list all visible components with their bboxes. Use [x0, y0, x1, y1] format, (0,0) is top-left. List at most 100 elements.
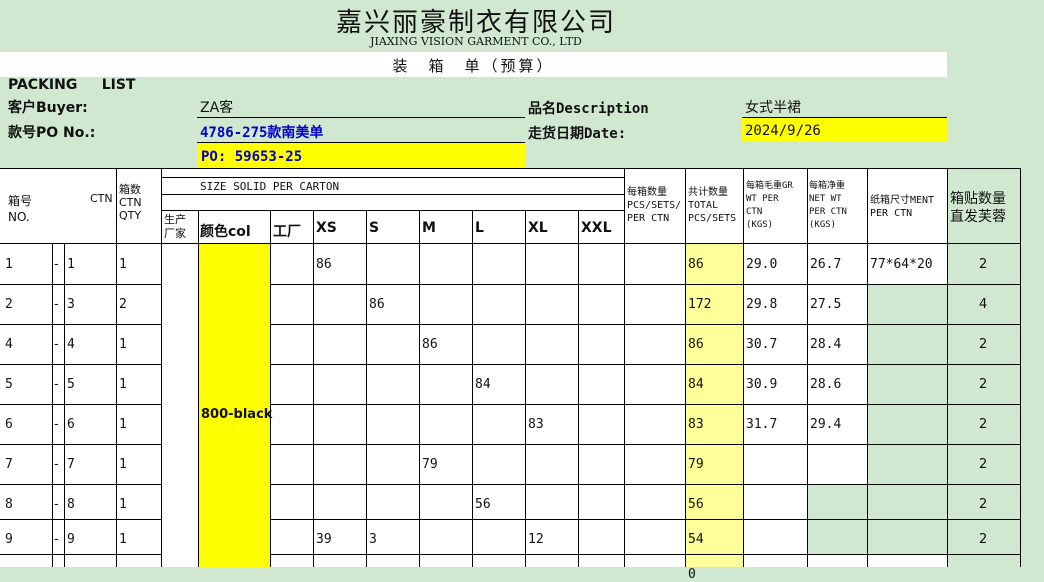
- cell-total: 79: [688, 457, 704, 472]
- cell-gross: 30.7: [746, 337, 778, 352]
- cell-from: 9: [5, 532, 13, 547]
- header-per-ctn: 每箱数量 PCS/SETS/ PER CTN: [627, 187, 682, 224]
- cell-dash: -: [54, 337, 59, 352]
- cell-direct: 2: [979, 457, 988, 472]
- header-factory-col: 生产厂家: [164, 213, 186, 240]
- header-ctn: CTN: [90, 192, 113, 205]
- cell-s: 86: [369, 297, 385, 312]
- cell-dash: -: [54, 417, 59, 432]
- cell-total: 0: [688, 567, 696, 582]
- cell-l: 84: [475, 377, 491, 392]
- company-name-en: JIAXING VISION GARMENT CO., LTD: [370, 35, 582, 48]
- description-value: 女式半裙: [745, 100, 801, 116]
- cell-gross: 29.8: [746, 297, 778, 312]
- cell-qty: 1: [119, 417, 127, 432]
- cell-gross: 31.7: [746, 417, 778, 432]
- cell-total: 83: [688, 417, 704, 432]
- cell-direct: 2: [979, 257, 988, 272]
- header-box-no: 箱号 NO.: [8, 194, 33, 224]
- header-net: 每箱净重 NET WT PER CTN (KGS): [809, 181, 847, 230]
- cell-dash: -: [54, 532, 59, 547]
- cell-dash: -: [54, 497, 59, 512]
- header-size-xxl: XXL: [581, 220, 612, 236]
- cell-total: 86: [688, 257, 704, 272]
- cell-to: 8: [67, 497, 75, 512]
- cell-dash: -: [54, 257, 59, 272]
- cell-qty: 1: [119, 457, 127, 472]
- cell-m: 86: [422, 337, 438, 352]
- document-title: 装 箱 单（预算）: [0, 52, 947, 77]
- cell-direct: 2: [979, 497, 988, 512]
- cell-net: 26.7: [810, 257, 842, 272]
- cell-to: 1: [67, 257, 75, 272]
- cell-direct: 2: [979, 337, 988, 352]
- cell-from: 6: [5, 417, 13, 432]
- cell-net: 29.4: [810, 417, 842, 432]
- header-factory: 工厂: [273, 224, 301, 240]
- cell-net: 28.6: [810, 377, 842, 392]
- buyer-label: 客户Buyer:: [8, 100, 88, 116]
- cell-total: 54: [688, 532, 704, 547]
- cell-to: 9: [67, 532, 75, 547]
- cell-to: 4: [67, 337, 75, 352]
- header-total: 共计数量 TOTAL PCS/SETS: [688, 187, 737, 224]
- cell-xl: 12: [528, 532, 544, 547]
- date-value: 2024/9/26: [745, 123, 821, 139]
- description-label: 品名Description: [528, 101, 649, 117]
- cell-from: 2: [5, 297, 13, 312]
- header-direct: 箱贴数量 直发芙蓉: [950, 191, 1006, 225]
- cell-qty: 1: [119, 257, 127, 272]
- cell-qty: 1: [119, 497, 127, 512]
- cell-dash: -: [54, 457, 59, 472]
- cell-qty: 1: [119, 532, 127, 547]
- header-dims: 纸箱尺寸MENT PER CTN: [870, 195, 935, 219]
- buyer-value: ZA客: [200, 100, 234, 116]
- cell-xs: 86: [316, 257, 332, 272]
- header-size-xl: XL: [528, 220, 548, 236]
- date-label: 走货日期Date:: [528, 126, 627, 142]
- cell-xl: 83: [528, 417, 544, 432]
- cell-total: 56: [688, 497, 704, 512]
- cell-gross: 30.9: [746, 377, 778, 392]
- header-size-xs: XS: [316, 220, 337, 236]
- cell-to: 5: [67, 377, 75, 392]
- cell-total: 84: [688, 377, 704, 392]
- cell-qty: 1: [119, 337, 127, 352]
- po-label: 款号PO No.:: [8, 125, 96, 141]
- cell-dash: -: [54, 377, 59, 392]
- color-value: 800-black: [201, 407, 273, 422]
- packing-list-label: PACKING LIST: [8, 77, 136, 93]
- cell-direct: 2: [979, 377, 988, 392]
- cell-total: 86: [688, 337, 704, 352]
- cell-from: 4: [5, 337, 13, 352]
- cell-direct: 2: [979, 417, 988, 432]
- cell-from: 8: [5, 497, 13, 512]
- header-size-solid: SIZE SOLID PER CARTON: [200, 180, 340, 193]
- header-size-s: S: [369, 220, 380, 236]
- po-value: 4786-275款南美单: [200, 125, 324, 141]
- cell-to: 6: [67, 417, 75, 432]
- cell-xs: 39: [316, 532, 332, 547]
- cell-to: 7: [67, 457, 75, 472]
- cell-total: 172: [688, 297, 712, 312]
- cell-to: 3: [67, 297, 75, 312]
- cell-from: 5: [5, 377, 13, 392]
- cell-gross: 29.0: [746, 257, 778, 272]
- cell-dims: 77*64*20: [870, 257, 933, 272]
- cell-direct: 4: [979, 297, 988, 312]
- cell-net: 27.5: [810, 297, 842, 312]
- cell-net: 28.4: [810, 337, 842, 352]
- header-gross: 每箱毛重GR WT PER CTN (KGS): [746, 181, 793, 230]
- header-size-m: M: [422, 220, 436, 236]
- po2-value: PO: 59653-25: [201, 149, 303, 165]
- header-size-l: L: [475, 220, 484, 236]
- cell-from: 1: [5, 257, 13, 272]
- cell-l: 56: [475, 497, 491, 512]
- cell-qty: 2: [119, 297, 127, 312]
- cell-qty: 1: [119, 377, 127, 392]
- cell-dash: -: [54, 297, 59, 312]
- header-ctn-qty: 箱数 CTN QTY: [119, 183, 142, 222]
- company-name-cn: 嘉兴丽豪制衣有限公司: [335, 8, 616, 38]
- title-block: 嘉兴丽豪制衣有限公司 JIAXING VISION GARMENT CO., L…: [0, 0, 1044, 52]
- cell-s: 3: [369, 532, 377, 547]
